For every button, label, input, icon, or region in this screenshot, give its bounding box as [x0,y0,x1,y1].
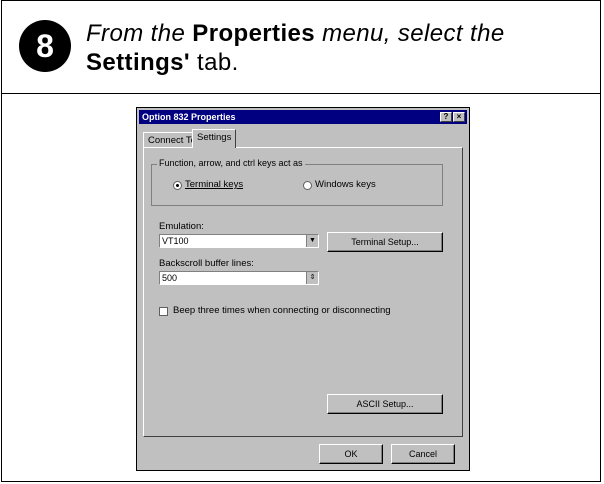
terminal-keys-radio[interactable] [173,181,182,190]
terminal-keys-label[interactable]: Terminal keys [185,179,243,190]
backscroll-spinner[interactable]: 500 ⇕ [159,271,319,285]
terminal-setup-button[interactable]: Terminal Setup... [327,232,443,252]
tab-settings[interactable]: Settings [192,129,237,148]
backscroll-value: 500 [162,273,178,283]
emulation-label: Emulation: [159,221,204,232]
instruction-part-1: From the [86,20,193,47]
instruction-header: 8 From the Properties menu, select the S… [2,1,600,94]
beep-checkbox[interactable] [159,307,168,316]
properties-keyword: Properties [192,20,316,47]
dialog-titlebar: Option 832 Properties ? × [139,110,467,124]
help-button[interactable]: ? [440,112,452,122]
dropdown-arrow-icon[interactable]: ▼ [306,235,318,247]
dialog-title: Option 832 Properties [142,112,236,122]
beep-checkbox-label[interactable]: Beep three times when connecting or disc… [173,305,391,316]
ascii-setup-button[interactable]: ASCII Setup... [327,394,443,414]
instruction-text: From the Properties menu, select the Set… [86,19,591,77]
cancel-button[interactable]: Cancel [391,444,455,464]
emulation-value: VT100 [162,236,189,246]
backscroll-label: Backscroll buffer lines: [159,258,254,269]
ok-button[interactable]: OK [319,444,383,464]
properties-dialog-screenshot: Option 832 Properties ? × Connect To Set… [136,107,470,471]
instruction-part-3: tab. [189,49,239,76]
keys-group-label: Function, arrow, and ctrl keys act as [157,158,305,168]
step-number-badge: 8 [19,20,71,72]
instruction-part-2: menu, select the [315,20,505,47]
instruction-frame: 8 From the Properties menu, select the S… [1,0,601,482]
windows-keys-radio[interactable] [303,181,312,190]
close-button[interactable]: × [453,112,465,122]
spinner-arrows-icon[interactable]: ⇕ [306,272,318,284]
settings-keyword: Settings' [86,49,190,76]
windows-keys-label[interactable]: Windows keys [315,179,376,190]
emulation-select[interactable]: VT100 ▼ [159,234,319,248]
